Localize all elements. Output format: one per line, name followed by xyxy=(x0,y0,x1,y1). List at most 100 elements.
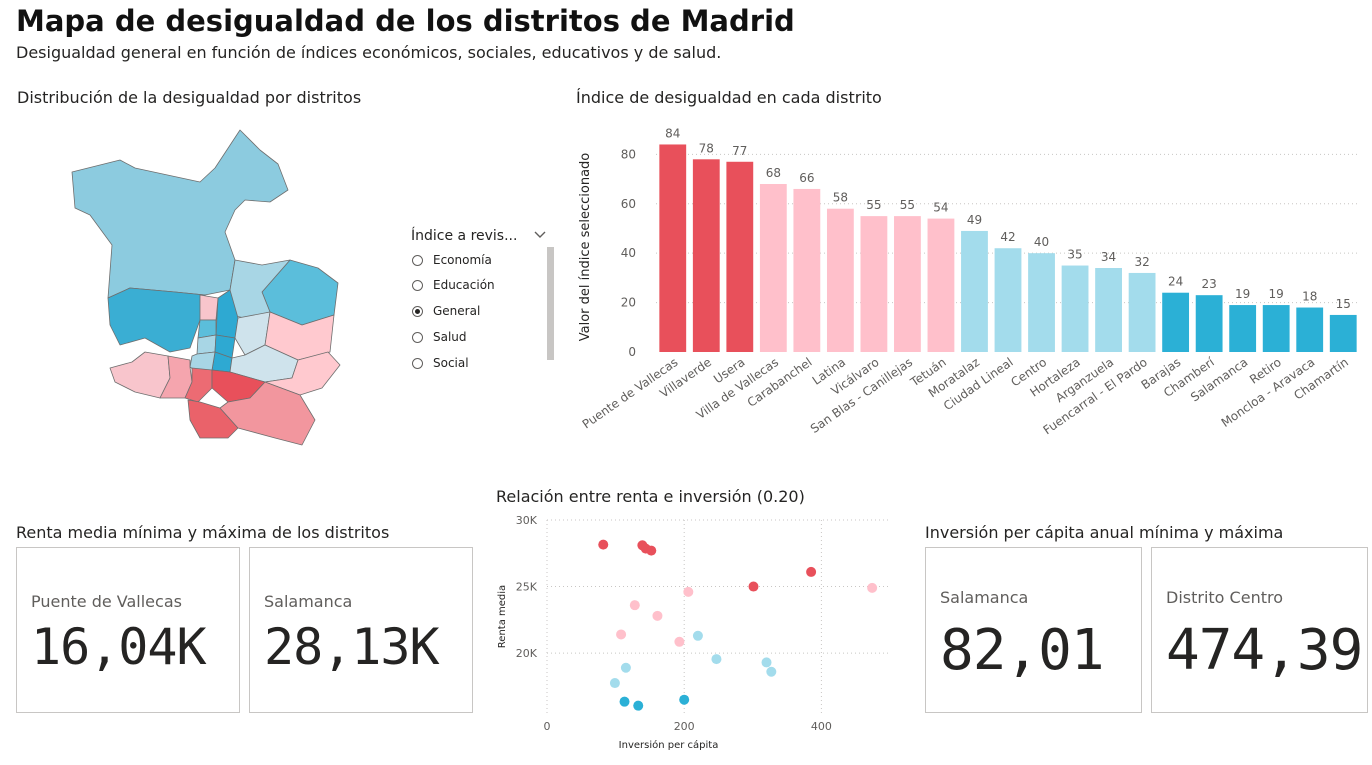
map-title: Distribución de la desigualdad por distr… xyxy=(17,88,362,107)
bar-data-label: 35 xyxy=(1067,248,1082,262)
scatter-point[interactable] xyxy=(867,582,878,593)
bar[interactable] xyxy=(1262,305,1290,352)
bar-chart[interactable]: 0 20 40 60 80 Valor del índice seleccionado 84… xyxy=(570,112,1370,442)
bar-data-label: 68 xyxy=(766,166,781,180)
bar[interactable] xyxy=(1061,265,1089,352)
bar-data-label: 55 xyxy=(900,198,915,212)
page-subtitle: Desigualdad general en función de índice… xyxy=(16,43,722,62)
bar[interactable] xyxy=(726,161,754,352)
bar-data-label: 19 xyxy=(1235,287,1250,301)
scatter-ylabel: Renta media xyxy=(497,585,508,648)
inversion-min-card[interactable]: Salamanca 82,01 xyxy=(925,547,1142,713)
inversion-max-card[interactable]: Distrito Centro 474,39 xyxy=(1151,547,1368,713)
scatter-point[interactable] xyxy=(806,566,817,577)
chevron-down-icon[interactable] xyxy=(533,228,547,242)
radio-general[interactable] xyxy=(412,305,423,317)
scatter-point[interactable] xyxy=(679,694,690,705)
bar-data-label: 49 xyxy=(967,213,982,227)
bar-data-label: 24 xyxy=(1168,275,1183,289)
bar-data-label: 32 xyxy=(1134,255,1149,269)
bar[interactable] xyxy=(1095,268,1122,352)
scatter-point[interactable] xyxy=(711,654,722,665)
bar[interactable] xyxy=(826,208,854,352)
bar[interactable] xyxy=(994,248,1022,352)
scatter-point[interactable] xyxy=(598,539,609,550)
radio-social[interactable] xyxy=(412,357,423,369)
slicer-option-general[interactable]: General xyxy=(412,301,480,321)
scatter-xtick-label: 0 xyxy=(544,720,551,733)
scatter-point[interactable] xyxy=(609,678,620,689)
slicer-option-economia[interactable]: Economía xyxy=(412,250,492,270)
renta-max-card[interactable]: Salamanca 28,13K xyxy=(249,547,473,713)
slicer-title: Índice a revis... xyxy=(411,228,518,244)
bar-ylabel: Valor del índice seleccionado xyxy=(578,153,593,342)
slicer-option-social[interactable]: Social xyxy=(412,353,469,373)
bar-data-label: 23 xyxy=(1202,277,1217,291)
slicer-option-salud[interactable]: Salud xyxy=(412,327,467,347)
map-district-centro[interactable] xyxy=(196,334,217,355)
scatter-ytick-label: 25K xyxy=(516,581,538,594)
bar[interactable] xyxy=(860,216,888,352)
scatter-point[interactable] xyxy=(633,700,644,711)
bar-data-label: 42 xyxy=(1000,230,1015,244)
district-map[interactable] xyxy=(60,120,360,460)
bar-ytick-label: 40 xyxy=(621,246,636,260)
bar-data-label: 77 xyxy=(732,144,747,158)
scatter-point[interactable] xyxy=(748,581,759,592)
scatter-ytick-label: 20K xyxy=(516,647,538,660)
scatter-point[interactable] xyxy=(761,657,772,668)
bar-data-label: 40 xyxy=(1034,235,1049,249)
scatter-point[interactable] xyxy=(616,629,627,640)
bar[interactable] xyxy=(692,159,720,352)
bar[interactable] xyxy=(1329,314,1357,352)
scatter-point[interactable] xyxy=(619,696,630,707)
bar-data-label: 15 xyxy=(1336,297,1351,311)
radio-salud[interactable] xyxy=(412,331,423,343)
slicer-option-label: Educación xyxy=(433,278,495,292)
map-district-tetuan[interactable] xyxy=(199,294,219,321)
scatter-point[interactable] xyxy=(646,545,657,556)
slicer-option-educacion[interactable]: Educación xyxy=(412,275,495,295)
card-label: Distrito Centro xyxy=(1166,588,1283,607)
bar[interactable] xyxy=(759,184,787,352)
bar-data-label: 18 xyxy=(1302,290,1317,304)
bar-ytick-label: 80 xyxy=(621,147,636,161)
scatter-point[interactable] xyxy=(629,600,640,611)
bar[interactable] xyxy=(1195,295,1223,352)
scatter-point[interactable] xyxy=(652,610,663,621)
bar-data-label: 66 xyxy=(799,171,814,185)
bar-chart-title: Índice de desigualdad en cada distrito xyxy=(576,88,882,107)
bar[interactable] xyxy=(659,144,687,352)
bar[interactable] xyxy=(793,188,821,352)
page-title: Mapa de desigualdad de los distritos de … xyxy=(16,4,795,38)
bar[interactable] xyxy=(1128,272,1156,352)
bar[interactable] xyxy=(961,230,988,352)
bar[interactable] xyxy=(927,218,955,352)
radio-economia[interactable] xyxy=(412,254,423,266)
bar[interactable] xyxy=(1162,292,1190,352)
renta-cards-title: Renta media mínima y máxima de los distr… xyxy=(16,523,390,542)
scatter-point[interactable] xyxy=(620,662,631,673)
radio-educacion[interactable] xyxy=(412,279,423,291)
scatter-point[interactable] xyxy=(692,630,703,641)
map-district-moncloa[interactable] xyxy=(107,287,206,353)
bar[interactable] xyxy=(894,216,921,352)
scatter-title: Relación entre renta e inversión (0.20) xyxy=(496,487,805,506)
bar[interactable] xyxy=(1028,253,1055,352)
renta-min-card[interactable]: Puente de Vallecas 16,04K xyxy=(16,547,240,713)
bar-data-label: 78 xyxy=(699,141,714,155)
scatter-chart[interactable]: 20K 25K 30K 0 200 400 Inversión per cápita Rent… xyxy=(492,508,912,758)
bar-data-label: 55 xyxy=(866,198,881,212)
bar-data-label: 54 xyxy=(933,201,948,215)
bar-data-label: 58 xyxy=(833,191,848,205)
bar[interactable] xyxy=(1296,307,1324,352)
scatter-point[interactable] xyxy=(683,586,694,597)
scatter-point[interactable] xyxy=(766,666,777,677)
map-district-latina[interactable] xyxy=(109,351,171,399)
card-label: Salamanca xyxy=(264,592,353,611)
bar[interactable] xyxy=(1229,305,1257,352)
card-value: 474,39 xyxy=(1166,618,1363,683)
slicer-scrollbar[interactable] xyxy=(547,247,554,360)
bar-ytick-label: 20 xyxy=(621,296,636,310)
scatter-point[interactable] xyxy=(674,636,685,647)
